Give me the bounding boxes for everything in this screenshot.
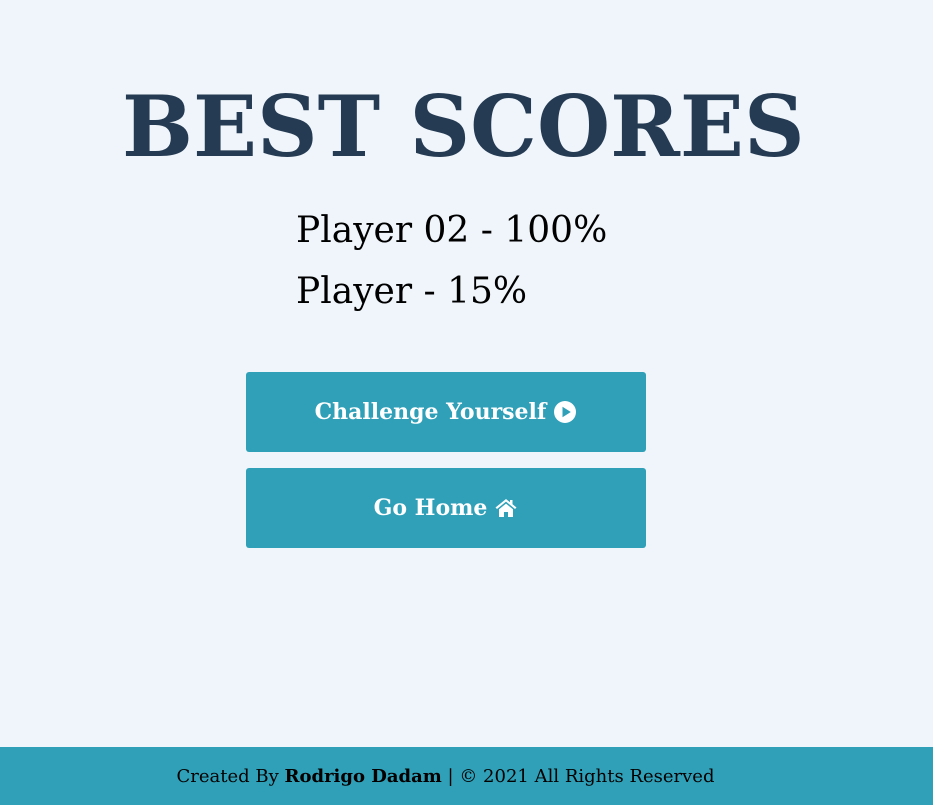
footer-text: Created By Rodrigo Dadam | © 2021 All Ri… [177, 766, 715, 787]
challenge-yourself-button[interactable]: Challenge Yourself [246, 372, 646, 452]
challenge-yourself-label: Challenge Yourself [314, 399, 547, 425]
footer-author: Rodrigo Dadam [284, 765, 442, 787]
footer-suffix: | © 2021 All Rights Reserved [441, 765, 715, 787]
play-circle-icon [553, 400, 577, 424]
footer-prefix: Created By [176, 765, 285, 787]
scores-list: Player 02 - 100% Player - 15% [296, 200, 607, 322]
go-home-button[interactable]: Go Home [246, 468, 646, 548]
score-item: Player 02 - 100% [296, 210, 608, 251]
home-icon [494, 496, 518, 520]
page-title: BEST SCORES [122, 77, 805, 176]
score-item: Player - 15% [296, 271, 528, 312]
footer: Created By Rodrigo Dadam | © 2021 All Ri… [0, 747, 933, 805]
go-home-label: Go Home [373, 495, 488, 521]
